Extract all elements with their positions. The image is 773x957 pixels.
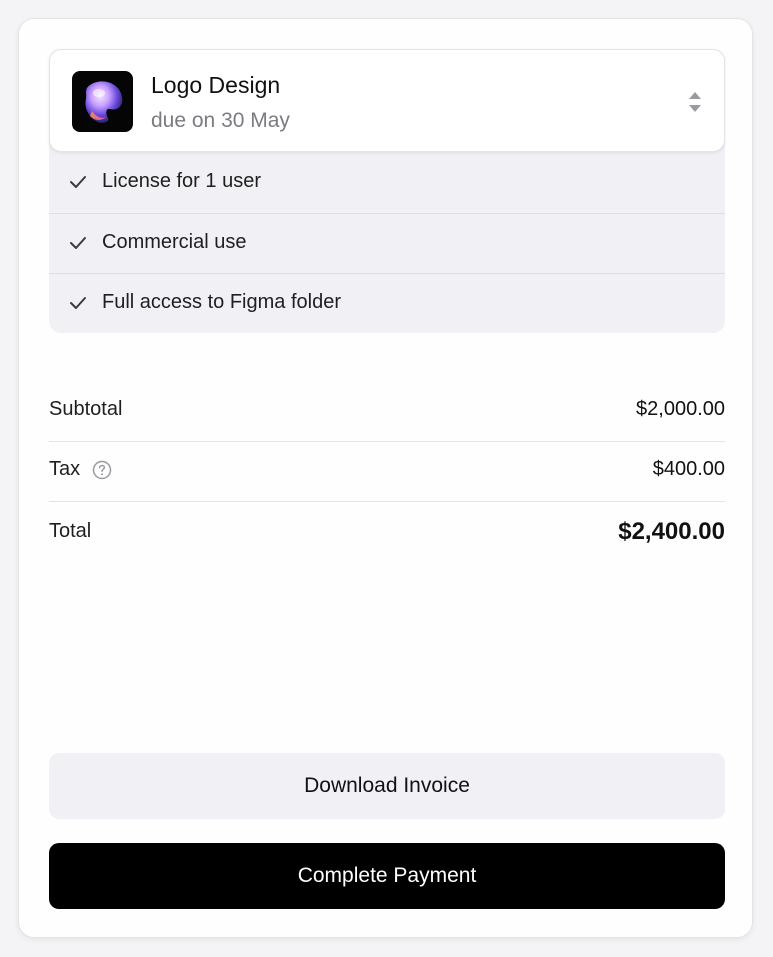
subtotal-row: Subtotal $2,000.00: [49, 381, 725, 442]
subtotal-value: $2,000.00: [636, 398, 725, 420]
product-name: Logo Design: [151, 72, 281, 98]
tax-label: Tax: [49, 458, 81, 480]
total-label: Total: [49, 520, 92, 542]
check-icon: [70, 297, 86, 309]
feature-label: Full access to Figma folder: [102, 291, 341, 313]
feature-item: License for 1 user: [49, 153, 725, 213]
product-thumbnail: [72, 71, 133, 132]
product-selector[interactable]: Logo Design due on 30 May: [49, 49, 725, 152]
total-row: Total $2,400.00: [49, 503, 725, 563]
invoice-card: Logo Design due on 30 May License for 1 …: [18, 18, 753, 938]
tax-value: $400.00: [652, 458, 725, 480]
help-circle-icon[interactable]: [92, 460, 112, 480]
tax-row: Tax $400.00: [49, 441, 725, 502]
product-panel: Logo Design due on 30 May License for 1 …: [49, 49, 725, 333]
feature-item: Full access to Figma folder: [49, 273, 725, 333]
feature-label: Commercial use: [102, 231, 247, 253]
feature-item: Commercial use: [49, 213, 725, 273]
complete-payment-button[interactable]: Complete Payment: [49, 843, 725, 909]
download-invoice-button[interactable]: Download Invoice: [49, 753, 725, 819]
check-icon: [70, 176, 86, 188]
subtotal-label: Subtotal: [49, 398, 123, 420]
total-value: $2,400.00: [618, 518, 725, 545]
check-icon: [70, 237, 86, 249]
chevron-up-down-icon[interactable]: [688, 91, 702, 113]
product-due-date: due on 30 May: [151, 109, 290, 132]
feature-label: License for 1 user: [102, 170, 261, 192]
